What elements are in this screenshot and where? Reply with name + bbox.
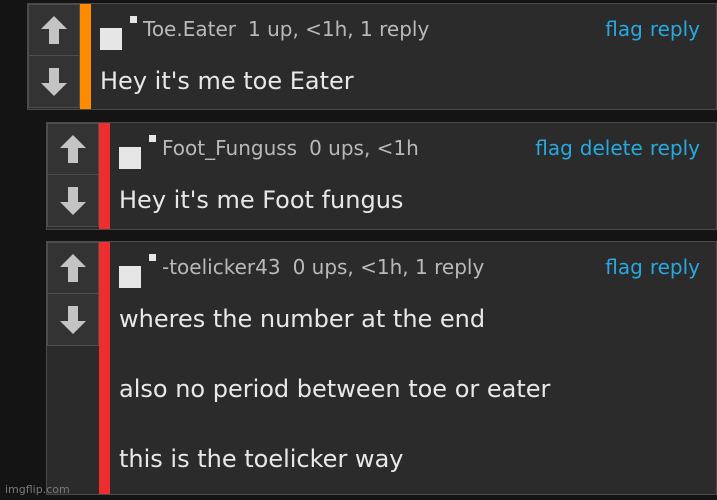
flag-button[interactable]: flag [605, 17, 643, 41]
watermark: imgflip.com [5, 483, 70, 496]
delete-button[interactable]: delete [580, 136, 643, 160]
comment-color-bar [80, 4, 91, 109]
arrow-down-icon [60, 186, 86, 215]
upvote-button[interactable] [28, 4, 80, 56]
upvote-button[interactable] [47, 123, 99, 175]
vote-column [47, 123, 99, 229]
comment-meta: 0 ups, <1h [309, 136, 419, 160]
comment-line: also no period between toe or eater [119, 375, 551, 403]
comment-line: this is the toelicker way [119, 445, 404, 473]
comment-color-bar [99, 242, 110, 494]
online-indicator [149, 135, 156, 142]
comment-line: Hey it's me toe Eater [100, 67, 354, 95]
vote-column [28, 4, 80, 109]
comment-text: wheres the number at the end also no per… [119, 302, 550, 477]
flag-button[interactable]: flag [535, 136, 573, 160]
comment-header: -toelicker43 0 ups, <1h, 1 reply [162, 254, 484, 280]
username-link[interactable]: -toelicker43 [162, 255, 281, 279]
comment-3: -toelicker43 0 ups, <1h, 1 reply flag repl… [46, 241, 717, 495]
arrow-up-icon [60, 254, 86, 282]
comment-text: Hey it's me Foot fungus [119, 183, 403, 218]
avatar[interactable] [119, 147, 141, 169]
username-link[interactable]: Toe.Eater [143, 17, 236, 41]
username-link[interactable]: Foot_Funguss [162, 136, 297, 160]
comment-line: Hey it's me Foot fungus [119, 186, 404, 214]
comment-color-bar [99, 123, 110, 229]
comment-header: Foot_Funguss 0 ups, <1h [162, 135, 419, 161]
downvote-button[interactable] [47, 294, 99, 346]
reply-button[interactable]: reply [650, 136, 700, 160]
downvote-button[interactable] [28, 56, 80, 108]
comment-line: wheres the number at the end [119, 305, 486, 333]
comment-1: Toe.Eater 1 up, <1h, 1 reply flag reply He… [27, 3, 717, 110]
online-indicator [149, 254, 156, 261]
comment-text: Hey it's me toe Eater [100, 64, 354, 99]
avatar[interactable] [119, 266, 141, 288]
avatar[interactable] [100, 28, 122, 50]
arrow-down-icon [60, 305, 86, 334]
vote-column [47, 242, 99, 494]
comment-meta: 1 up, <1h, 1 reply [247, 17, 430, 41]
reply-button[interactable]: reply [650, 255, 700, 279]
comment-meta: 0 ups, <1h, 1 reply [292, 255, 485, 279]
comment-actions: flag reply [598, 254, 700, 280]
online-indicator [130, 16, 137, 23]
comment-actions: flag delete reply [528, 135, 700, 161]
comment-body: Foot_Funguss 0 ups, <1h flag delete reply H… [110, 123, 716, 229]
arrow-down-icon [41, 67, 67, 96]
flag-button[interactable]: flag [605, 255, 643, 279]
comment-body: -toelicker43 0 ups, <1h, 1 reply flag repl… [110, 242, 716, 494]
comment-header: Toe.Eater 1 up, <1h, 1 reply [143, 16, 429, 42]
comment-2: Foot_Funguss 0 ups, <1h flag delete reply H… [46, 122, 717, 230]
comment-actions: flag reply [598, 16, 700, 42]
downvote-button[interactable] [47, 175, 99, 227]
arrow-up-icon [60, 135, 86, 163]
arrow-up-icon [41, 16, 67, 44]
comment-body: Toe.Eater 1 up, <1h, 1 reply flag reply He… [91, 4, 716, 109]
upvote-button[interactable] [47, 242, 99, 294]
reply-button[interactable]: reply [650, 17, 700, 41]
